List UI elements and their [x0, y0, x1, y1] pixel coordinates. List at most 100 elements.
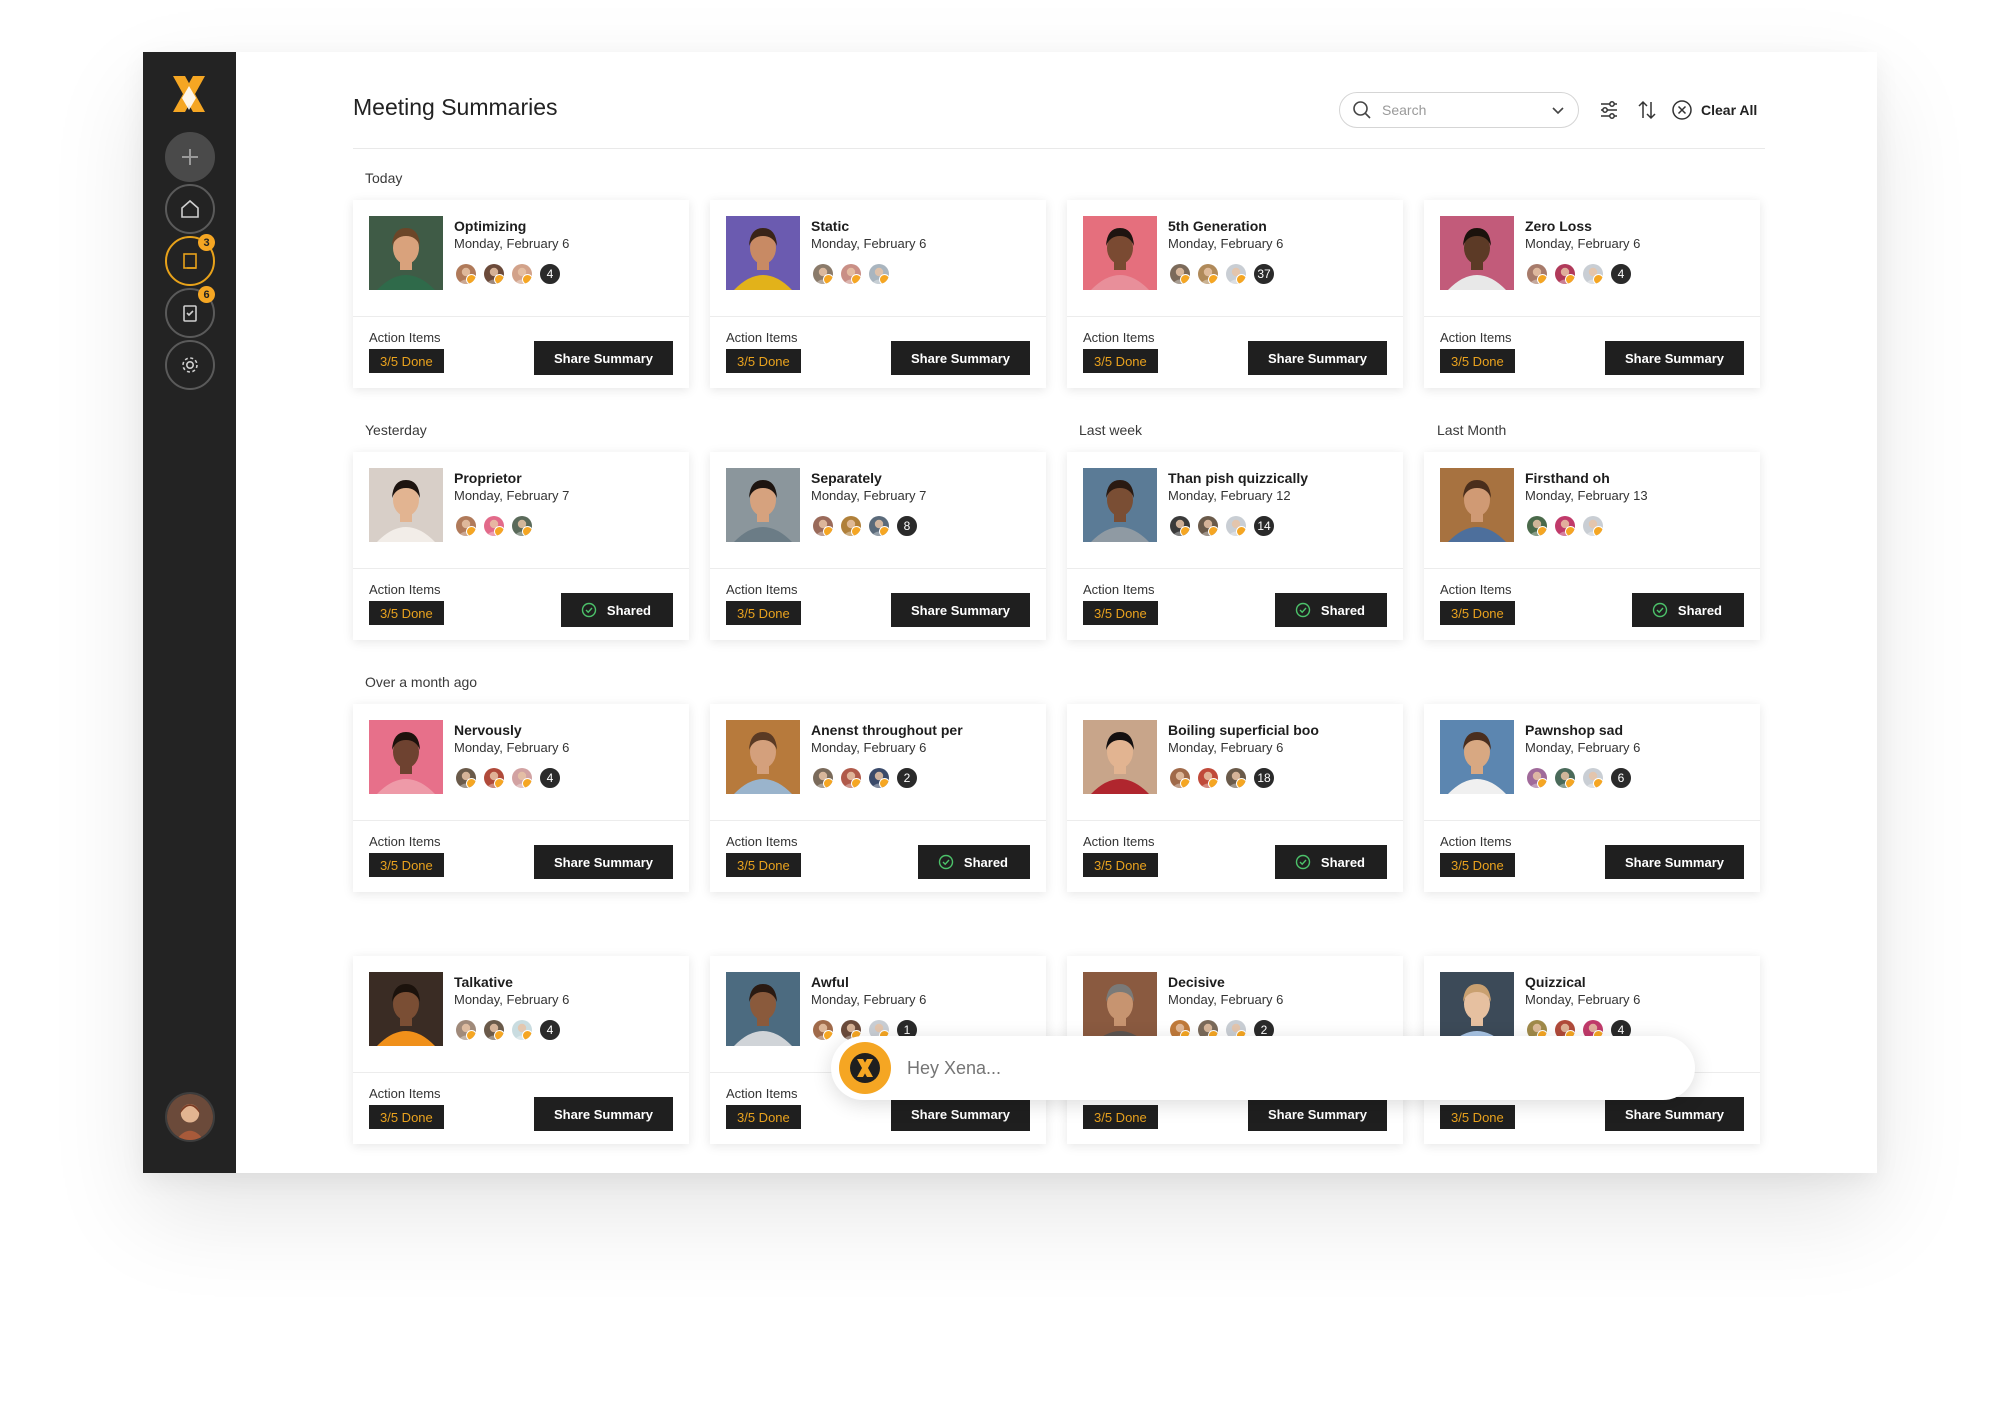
participant-count: 2 [895, 766, 919, 790]
check-circle-icon [938, 854, 954, 870]
meeting-title[interactable]: Static [811, 218, 849, 234]
meeting-card[interactable]: Nervously Monday, February 6 4 Action Items… [353, 704, 689, 892]
participant-avatar [839, 766, 863, 790]
participant-avatar [1168, 766, 1192, 790]
meeting-title[interactable]: Anenst throughout per [811, 722, 963, 738]
participant-avatar [1553, 766, 1577, 790]
share-summary-button[interactable]: Share Summary [534, 845, 673, 879]
meeting-notes-button[interactable]: 3 [165, 234, 215, 286]
shared-button[interactable]: Shared [1274, 593, 1387, 627]
participant-avatars: 4 [1525, 262, 1633, 286]
search-placeholder[interactable]: Search [1382, 102, 1540, 118]
participant-avatar [1224, 766, 1248, 790]
card-divider [710, 568, 1046, 569]
meeting-title[interactable]: Nervously [454, 722, 522, 738]
check-badge-icon [1180, 526, 1190, 536]
participant-avatar [1581, 766, 1605, 790]
meeting-card[interactable]: Zero Loss Monday, February 6 4 Action Items… [1424, 200, 1760, 388]
filter-button[interactable] [1595, 96, 1623, 124]
meeting-card[interactable]: Firsthand oh Monday, February 13 Action It… [1424, 452, 1760, 640]
participant-avatars: 8 [811, 514, 919, 538]
participant-avatars: 18 [1168, 766, 1276, 790]
participant-avatar [454, 514, 478, 538]
meeting-title[interactable]: Proprietor [454, 470, 522, 486]
meeting-date: Monday, February 6 [454, 992, 570, 1007]
participant-avatars: 14 [1168, 514, 1276, 538]
check-badge-icon [851, 526, 861, 536]
meeting-title[interactable]: Separately [811, 470, 882, 486]
meeting-card[interactable]: Separately Monday, February 7 8 Action Item… [710, 452, 1046, 640]
clear-all-button[interactable]: Clear All [1671, 96, 1757, 124]
shared-label: Shared [963, 854, 1008, 870]
settings-button[interactable] [165, 340, 215, 390]
home-icon [181, 199, 199, 218]
shared-button[interactable]: Shared [1631, 593, 1744, 627]
card-divider [353, 568, 689, 569]
meeting-title[interactable]: Pawnshop sad [1525, 722, 1623, 738]
participant-avatar [1525, 766, 1549, 790]
action-items-progress: 3/5 Done [1083, 853, 1158, 877]
share-summary-button[interactable]: Share Summary [1605, 1097, 1744, 1131]
user-avatar[interactable] [165, 1092, 215, 1142]
check-badge-icon [1565, 526, 1575, 536]
chat-bar[interactable] [831, 1036, 1695, 1100]
check-badge-icon [1236, 526, 1246, 536]
meeting-card[interactable]: Static Monday, February 6 Action Items 3/5 … [710, 200, 1046, 388]
meeting-title[interactable]: 5th Generation [1168, 218, 1267, 234]
check-badge-icon [1236, 778, 1246, 788]
meeting-title[interactable]: Than pish quizzically [1168, 470, 1308, 486]
card-divider [1067, 316, 1403, 317]
share-summary-label: Share Summary [911, 1106, 1010, 1122]
participant-avatars [454, 514, 538, 538]
share-summary-button[interactable]: Share Summary [891, 1097, 1030, 1131]
participant-avatar [510, 262, 534, 286]
participant-avatar [1168, 514, 1192, 538]
meeting-card[interactable]: Than pish quizzically Monday, February 12… [1067, 452, 1403, 640]
meeting-host-photo [726, 216, 800, 290]
meeting-date: Monday, February 6 [1168, 740, 1284, 755]
share-summary-button[interactable]: Share Summary [1248, 1097, 1387, 1131]
share-summary-button[interactable]: Share Summary [891, 341, 1030, 375]
participant-avatars: 4 [454, 1018, 562, 1042]
card-divider [353, 820, 689, 821]
check-badge-icon [1537, 778, 1547, 788]
shared-button[interactable]: Shared [560, 593, 673, 627]
meeting-card[interactable]: Pawnshop sad Monday, February 6 6 Action It… [1424, 704, 1760, 892]
action-items-progress: 3/5 Done [726, 853, 801, 877]
search-field[interactable]: Search [1339, 92, 1579, 128]
shared-button[interactable]: Shared [917, 845, 1030, 879]
meeting-date: Monday, February 7 [454, 488, 570, 503]
check-badge-icon [823, 274, 833, 284]
chevron-down-icon[interactable] [1550, 102, 1566, 118]
meeting-title[interactable]: Firsthand oh [1525, 470, 1610, 486]
meeting-card[interactable]: 5th Generation Monday, February 6 37 Action… [1067, 200, 1403, 388]
meeting-title[interactable]: Boiling superficial boo [1168, 722, 1319, 738]
share-summary-button[interactable]: Share Summary [1605, 845, 1744, 879]
app-logo[interactable] [165, 70, 213, 118]
home-button[interactable] [165, 184, 215, 234]
meeting-title[interactable]: Quizzical [1525, 974, 1586, 990]
new-meeting-button[interactable] [165, 132, 215, 182]
meeting-card[interactable]: Optimizing Monday, February 6 4 Action Item… [353, 200, 689, 388]
sort-button[interactable] [1633, 96, 1661, 124]
meeting-card[interactable]: Talkative Monday, February 6 4 Action Items… [353, 956, 689, 1144]
meeting-card[interactable]: Proprietor Monday, February 7 Action Items… [353, 452, 689, 640]
meeting-title[interactable]: Awful [811, 974, 849, 990]
share-summary-button[interactable]: Share Summary [534, 1097, 673, 1131]
meeting-title[interactable]: Zero Loss [1525, 218, 1592, 234]
meeting-title[interactable]: Optimizing [454, 218, 526, 234]
meeting-card[interactable]: Boiling superficial boo Monday, February … [1067, 704, 1403, 892]
tasks-button[interactable]: 6 [165, 286, 215, 338]
meeting-card[interactable]: Anenst throughout per Monday, February 6 2… [710, 704, 1046, 892]
participant-avatar [1196, 766, 1220, 790]
share-summary-button[interactable]: Share Summary [1605, 341, 1744, 375]
meeting-title[interactable]: Talkative [454, 974, 513, 990]
share-summary-button[interactable]: Share Summary [891, 593, 1030, 627]
participant-avatar [1196, 262, 1220, 286]
chat-input[interactable] [907, 1057, 1607, 1079]
shared-button[interactable]: Shared [1274, 845, 1387, 879]
meeting-title[interactable]: Decisive [1168, 974, 1225, 990]
share-summary-button[interactable]: Share Summary [1248, 341, 1387, 375]
share-summary-button[interactable]: Share Summary [534, 341, 673, 375]
section-over-month: Over a month ago [365, 674, 478, 690]
